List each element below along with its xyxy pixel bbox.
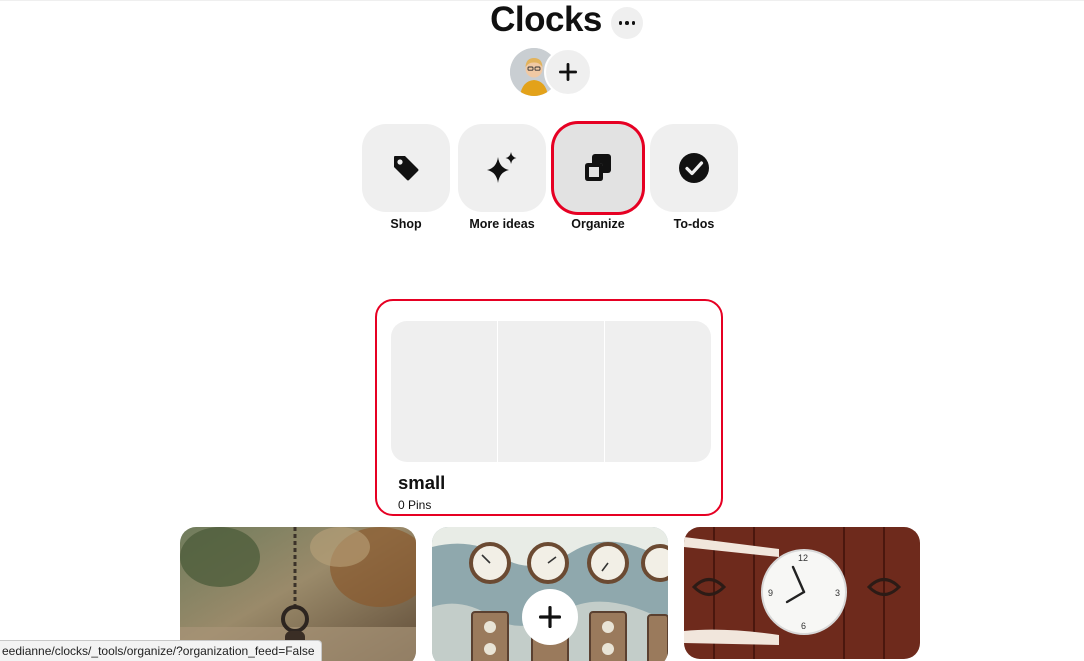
pin-save-button[interactable] [522, 589, 578, 645]
plus-icon [539, 606, 561, 628]
plus-icon [559, 63, 577, 81]
tool-label: More ideas [469, 217, 535, 231]
section-pin-count: 0 Pins [398, 498, 432, 512]
tool-organize[interactable]: Organize [554, 124, 642, 231]
board-more-options-button[interactable] [611, 7, 643, 39]
preview-slot [604, 321, 711, 462]
tool-to-dos-tile[interactable] [650, 124, 738, 212]
pin-image: 12 3 6 9 [684, 527, 920, 659]
tool-label: To-dos [673, 217, 715, 231]
ellipsis-icon [618, 21, 623, 25]
organize-icon [585, 154, 611, 181]
tool-label: Shop [390, 217, 422, 231]
tool-shop-tile[interactable] [362, 124, 450, 212]
tool-more-ideas-tile[interactable] [458, 124, 546, 212]
pin-card[interactable] [432, 527, 668, 661]
pin-card[interactable]: 12 3 6 9 [684, 527, 920, 659]
sparkle-icon [487, 152, 517, 183]
board-title: Clocks [490, 0, 602, 39]
preview-slot [497, 321, 604, 462]
tool-label: Organize [571, 217, 625, 231]
section-name: small [398, 472, 446, 493]
svg-text:3: 3 [835, 588, 840, 598]
tool-more-ideas[interactable]: More ideas [458, 124, 546, 231]
browser-status-bar-url: eedianne/clocks/_tools/organize/?organiz… [0, 640, 322, 661]
svg-text:6: 6 [801, 621, 806, 631]
board-header: Clocks [0, 0, 1084, 40]
section-card[interactable]: small 0 Pins [375, 299, 723, 516]
collaborators [510, 48, 592, 96]
tag-icon [394, 156, 419, 181]
add-collaborator-button[interactable] [544, 48, 592, 96]
tool-organize-tile[interactable] [554, 124, 642, 212]
preview-slot [391, 321, 497, 462]
checkmark-circle-icon [679, 153, 709, 183]
svg-text:12: 12 [798, 553, 808, 563]
section-preview [391, 321, 711, 462]
tool-shop[interactable]: Shop [362, 124, 450, 231]
tool-to-dos[interactable]: To-dos [650, 124, 738, 231]
svg-text:9: 9 [768, 588, 773, 598]
